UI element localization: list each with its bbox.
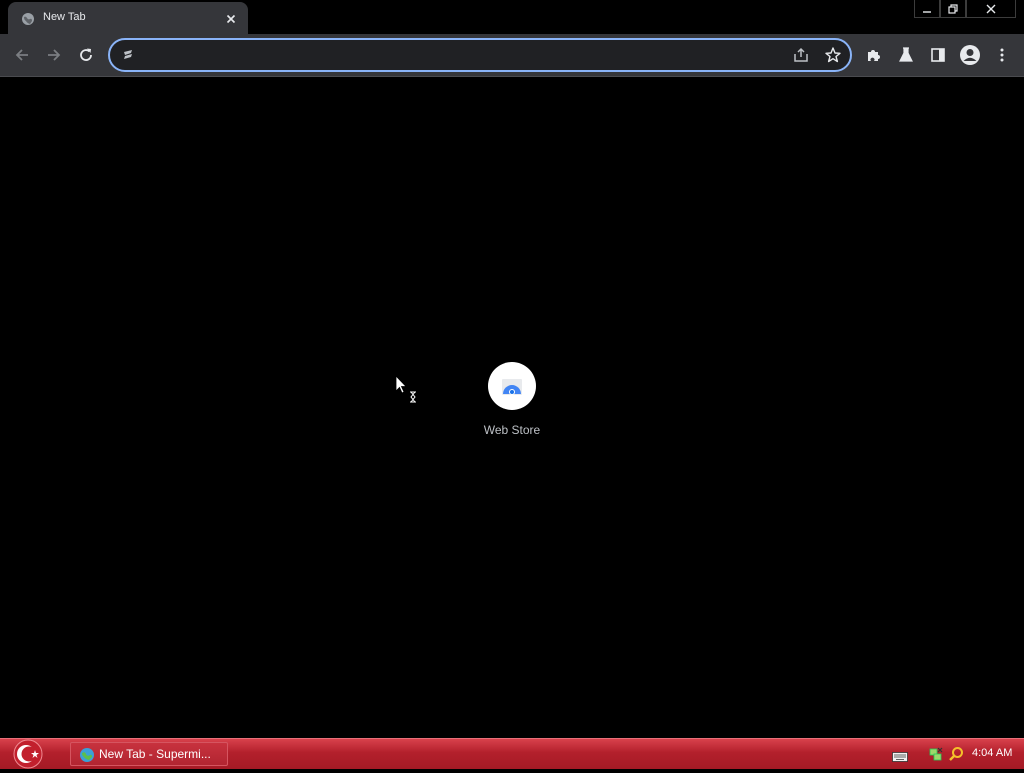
- close-icon: [986, 4, 996, 13]
- keyboard-icon[interactable]: [892, 748, 908, 762]
- shortcut-label: Web Store: [483, 423, 541, 437]
- minimize-icon: [923, 10, 931, 13]
- address-bar[interactable]: [108, 38, 852, 72]
- menu-button[interactable]: [990, 43, 1014, 67]
- busy-cursor-icon: [395, 375, 416, 403]
- site-info-icon[interactable]: [120, 47, 136, 63]
- restore-button[interactable]: [940, 0, 966, 18]
- system-clock[interactable]: 4:04 AM: [972, 747, 1012, 759]
- side-panel-icon: [931, 48, 945, 62]
- restore-icon: [948, 3, 958, 14]
- taskbar-item-label: New Tab - Supermi...: [99, 747, 211, 761]
- globe-icon: [21, 11, 35, 25]
- taskbar-item-browser[interactable]: New Tab - Supermi...: [70, 742, 228, 766]
- close-window-button[interactable]: [966, 0, 1016, 18]
- labs-button[interactable]: [894, 43, 918, 67]
- side-panel-button[interactable]: [926, 43, 950, 67]
- minimize-button[interactable]: [914, 0, 940, 18]
- back-button[interactable]: [10, 43, 34, 67]
- taskbar: New Tab - Supermi... 4:04 AM: [0, 738, 1024, 769]
- bookmark-star-icon[interactable]: [824, 46, 842, 64]
- browser-globe-icon: [79, 747, 95, 763]
- search-icon[interactable]: [948, 746, 964, 762]
- address-input[interactable]: [142, 45, 786, 67]
- new-tab-page: Web Store: [0, 77, 1024, 738]
- profile-avatar-icon: [960, 45, 980, 65]
- forward-arrow-icon: [48, 49, 61, 61]
- menu-dots-icon: [1000, 48, 1004, 62]
- forward-button[interactable]: [42, 43, 66, 67]
- tab-new-tab[interactable]: New Tab: [8, 2, 248, 34]
- extensions-button[interactable]: [862, 43, 886, 67]
- web-store-icon: [502, 379, 522, 395]
- profile-button[interactable]: [958, 43, 982, 67]
- back-arrow-icon: [15, 49, 28, 61]
- network-icon[interactable]: [928, 746, 944, 762]
- tab-title: New Tab: [43, 11, 86, 23]
- title-bar: New Tab: [0, 0, 1024, 34]
- share-icon[interactable]: [792, 46, 810, 64]
- labs-flask-icon: [899, 47, 913, 62]
- start-orb-icon: [13, 739, 43, 769]
- browser-toolbar: [0, 34, 1024, 77]
- window-controls: [914, 0, 1016, 18]
- shortcut-web-store[interactable]: Web Store: [472, 362, 552, 437]
- close-icon[interactable]: [224, 11, 238, 25]
- extensions-puzzle-icon: [868, 50, 880, 61]
- reload-icon: [80, 48, 92, 61]
- start-button[interactable]: [10, 739, 46, 769]
- reload-button[interactable]: [74, 43, 98, 67]
- shortcut-tile: [488, 362, 536, 410]
